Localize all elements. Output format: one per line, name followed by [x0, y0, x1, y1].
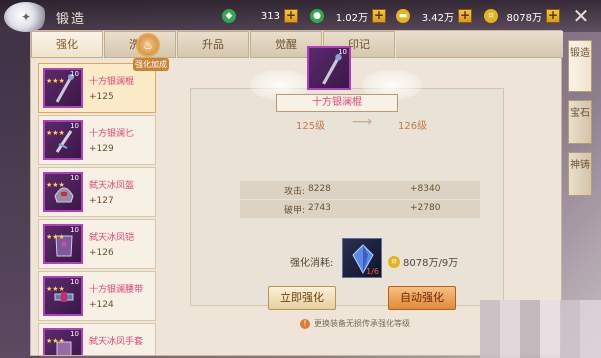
item-name: 弑天冰凤铠 — [89, 233, 135, 243]
item-level: 10 — [70, 226, 79, 234]
item-level: 10 — [70, 122, 79, 130]
resource-jade: ◆ 313 + — [222, 9, 298, 23]
item-value: +127 — [89, 196, 114, 206]
stat-current: 2743 — [308, 203, 331, 213]
item-stars: ★★★ — [46, 129, 65, 137]
coin-icon: ¤ — [388, 255, 400, 268]
tab-upgrade[interactable]: 升品 — [177, 31, 249, 58]
item-level: 10 — [70, 330, 79, 338]
material-slot[interactable]: 1/6 — [342, 238, 382, 278]
page-title: 锻造 — [56, 12, 87, 27]
resource-value: 8078万 — [506, 12, 542, 24]
cost-label: 强化消耗: — [290, 258, 334, 269]
add-coin-button[interactable]: + — [546, 9, 560, 23]
stat-next: +2780 — [410, 203, 441, 213]
side-tab-divine[interactable]: 神铸 — [568, 152, 592, 196]
item-name: 十方银澜棍 — [89, 77, 135, 87]
stat-row-pierce: 破甲: 2743 +2780 — [240, 200, 480, 218]
item-value: +125 — [89, 92, 114, 102]
item-stars: ★★★ — [46, 233, 65, 241]
resource-gem: ● 1.02万 + — [310, 9, 386, 24]
side-tab-forge[interactable]: 锻造 — [568, 40, 592, 92]
gem-icon: ● — [310, 9, 324, 23]
item-value: +126 — [89, 248, 114, 258]
notice: ! 更换装备无损传承强化等级 — [300, 318, 410, 329]
equipment-thumb: 10 ★★★ — [43, 120, 83, 160]
add-gem-button[interactable]: + — [372, 9, 386, 23]
side-tab-gem[interactable]: 宝石 — [568, 100, 592, 144]
close-icon[interactable]: ✕ — [569, 4, 593, 28]
equipment-thumb: 10 ★★★ — [43, 68, 83, 108]
equipment-thumb: 10 ★★★ — [43, 224, 83, 264]
list-item[interactable]: 10 ★★★ 弑天冰凤盔 +127 — [38, 167, 156, 217]
item-name: 十方银澜匕 — [89, 129, 135, 139]
enhance-bonus-label: 强化加成 — [133, 58, 169, 71]
selected-item-name: 十方银澜棍 — [276, 94, 398, 112]
item-level: 10 — [338, 48, 347, 56]
item-value: +129 — [89, 144, 114, 154]
tab-bar: 强化 洗炼 升品 觉醒 印记 — [31, 31, 563, 58]
item-value: +124 — [89, 300, 114, 310]
list-item[interactable]: 10 ★★★ 弑天冰凤手套 — [38, 323, 156, 355]
enhance-bonus-icon[interactable]: ♨ — [136, 33, 160, 57]
tab-enhance[interactable]: 强化 — [31, 31, 103, 58]
resource-value: 3.42万 — [421, 12, 454, 24]
material-count: 1/6 — [366, 267, 379, 276]
warning-icon: ! — [300, 318, 310, 329]
resource-value: 313 — [260, 10, 280, 22]
list-item[interactable]: 10 ★★★ 十方银澜腰带 +124 — [38, 271, 156, 321]
coin-icon: ¤ — [484, 9, 498, 23]
stat-next: +8340 — [410, 184, 441, 194]
item-level: 10 — [70, 174, 79, 182]
stat-row-attack: 攻击: 8228 +8340 — [240, 181, 480, 199]
level-next: 126级 — [398, 121, 428, 132]
item-name: 弑天冰凤手套 — [89, 337, 144, 347]
item-stars: ★★★ — [46, 337, 65, 345]
notice-text: 更换装备无损传承强化等级 — [314, 319, 410, 328]
ingot-icon: ▬ — [396, 9, 410, 23]
item-name: 十方银澜腰带 — [89, 285, 144, 295]
stat-current: 8228 — [308, 184, 331, 194]
jade-icon: ◆ — [222, 9, 236, 23]
resource-coin: ¤ 8078万 + — [484, 9, 560, 24]
tab-spacer — [396, 31, 563, 58]
resource-value: 1.02万 — [335, 12, 368, 24]
arrow-right-icon: ⟶ — [352, 114, 373, 130]
stat-label: 破甲: — [284, 206, 306, 216]
side-tab-bar: 锻造 宝石 神铸 — [568, 40, 592, 204]
item-stars: ★★★ — [46, 181, 65, 189]
selected-item-icon: 10 — [307, 46, 351, 90]
mosaic-blur — [480, 300, 601, 358]
list-item[interactable]: 10 ★★★ 十方银澜匕 +129 — [38, 115, 156, 165]
item-stars: ★★★ — [46, 77, 65, 85]
equipment-thumb: 10 ★★★ — [43, 172, 83, 212]
equipment-list[interactable]: 10 ★★★ 十方银澜棍 +125 10 ★★★ 十方银澜匕 +129 10 ★… — [38, 63, 158, 355]
item-name: 弑天冰凤盔 — [89, 181, 135, 191]
equipment-thumb: 10 ★★★ — [43, 276, 83, 316]
equipment-thumb: 10 ★★★ — [43, 328, 83, 355]
item-level: 10 — [70, 278, 79, 286]
add-jade-button[interactable]: + — [284, 9, 298, 23]
list-item[interactable]: 10 ★★★ 弑天冰凤铠 +126 — [38, 219, 156, 269]
back-orb-icon[interactable]: ✦ — [4, 2, 48, 32]
level-current: 125级 — [296, 121, 326, 132]
item-level: 10 — [70, 70, 79, 78]
add-ingot-button[interactable]: + — [458, 9, 472, 23]
coin-cost: ¤ 8078万/9万 — [388, 254, 458, 269]
stat-label: 攻击: — [284, 187, 306, 197]
coin-cost-value: 8078万/9万 — [403, 258, 459, 269]
item-stars: ★★★ — [46, 285, 65, 293]
staff-icon — [322, 54, 342, 85]
enhance-now-button[interactable]: 立即强化 — [268, 286, 336, 310]
auto-enhance-button[interactable]: 自动强化 — [388, 286, 456, 310]
resource-ingot: ▬ 3.42万 + — [396, 9, 472, 24]
